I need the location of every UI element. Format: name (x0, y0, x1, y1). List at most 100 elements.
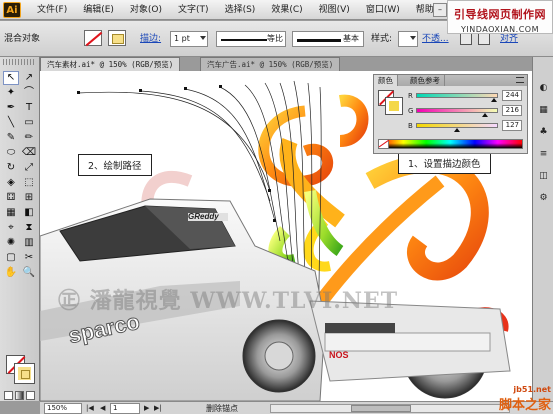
magic-wand-tool-icon[interactable]: ✦ (3, 86, 19, 100)
menu-item[interactable]: 文件(F) (29, 0, 75, 20)
layers-panel-icon[interactable]: ≡ (536, 147, 551, 162)
channel-value-field[interactable]: 127 (502, 120, 522, 131)
stroke-color-swatch[interactable] (14, 363, 35, 384)
chevron-down-icon (200, 36, 206, 40)
selection-tool-icon[interactable]: ↖ (3, 71, 19, 85)
status-bar: 150% |◀ ◀ 1 ▶ ▶| 删除锚点 (40, 401, 553, 414)
horizontal-scrollbar[interactable] (270, 404, 510, 413)
zoom-level-field[interactable]: 150% (44, 403, 82, 414)
site-badge-url: YINDAOXIAN.COM (461, 25, 539, 34)
current-tool-status: 删除锚点 (206, 404, 238, 413)
fill-stroke-indicator[interactable] (6, 355, 35, 384)
channel-value-field[interactable]: 244 (502, 90, 522, 101)
zoom-tool-icon[interactable]: 🔍 (21, 266, 37, 280)
eraser-tool-icon[interactable]: ⌫ (21, 146, 37, 160)
panel-menu-icon[interactable] (516, 77, 524, 83)
channel-slider-track[interactable] (416, 93, 498, 98)
line-tool-icon[interactable]: ╲ (3, 116, 19, 130)
menu-item[interactable]: 对象(O) (122, 0, 170, 20)
tab-car-material[interactable]: 汽车素材.ai* @ 150% (RGB/预览) (40, 57, 181, 71)
lasso-tool-icon[interactable]: ⌒ (21, 86, 37, 100)
swatches-panel-icon[interactable]: ▦ (536, 103, 551, 118)
color-spectrum-bar[interactable] (378, 139, 523, 149)
artboard-tool-icon[interactable]: ▢ (3, 251, 19, 265)
type-tool-icon[interactable]: T (21, 101, 37, 115)
blend-tool-icon[interactable]: ⧗ (21, 221, 37, 235)
menu-item[interactable]: 视图(V) (311, 0, 358, 20)
graphic-style-dropdown[interactable] (398, 31, 418, 47)
stroke-panel-link[interactable]: 描边: (140, 32, 161, 47)
document-tab-strip: 汽车素材.ai* @ 150% (RGB/预览) 汽车广告.ai* @ 150%… (40, 57, 372, 71)
color-panel-fill-stroke[interactable] (378, 90, 404, 116)
stroke-swatch[interactable] (108, 30, 126, 46)
paintbrush-tool-icon[interactable]: ✎ (3, 131, 19, 145)
eyedropper-tool-icon[interactable]: ⌖ (3, 221, 19, 235)
align-panel-link[interactable]: 对齐 (500, 32, 518, 47)
stroke-weight-dropdown[interactable]: 1 pt (170, 31, 208, 47)
next-artboard-button[interactable]: ▶ (144, 403, 149, 414)
direct-selection-tool-icon[interactable]: ↗ (21, 71, 37, 85)
channel-slider-thumb[interactable] (491, 98, 498, 102)
slice-tool-icon[interactable]: ✂ (21, 251, 37, 265)
orange-swirl-big (365, 154, 489, 281)
none-mode-button[interactable] (26, 391, 35, 400)
rectangle-tool-icon[interactable]: ▭ (21, 116, 37, 130)
isolate-group-icon[interactable] (478, 33, 490, 45)
mesh-tool-icon[interactable]: ▦ (3, 206, 19, 220)
column-graph-tool-icon[interactable]: ▥ (21, 236, 37, 250)
gradient-tool-icon[interactable]: ◧ (21, 206, 37, 220)
tools-panel: ↖ ↗ ✦ ⌒ ✒ T ╲ ▭ ✎ ✏ ⬭ ⌫ ↻ ⤢ ◈ ⬚ ⚃ ⊞ ▦ ◧ ⌖ ⧗ ✺ ▥ ▢ ✂ ✋ 🔍 (0, 57, 40, 401)
tab-car-advert[interactable]: 汽车广告.ai* @ 150% (RGB/预览) (200, 57, 341, 71)
orange-swirl-right (339, 94, 369, 147)
tab-color-guide[interactable]: 颜色参考 (406, 75, 445, 86)
pen-tool-icon[interactable]: ✒ (3, 101, 19, 115)
scrollbar-thumb[interactable] (351, 405, 411, 412)
channel-slider-thumb[interactable] (453, 128, 460, 132)
artboard-number-field[interactable]: 1 (110, 403, 140, 414)
rotate-tool-icon[interactable]: ↻ (3, 161, 19, 175)
tab-color[interactable]: 颜色 (374, 75, 398, 86)
shape-builder-tool-icon[interactable]: ⚃ (3, 191, 19, 205)
last-artboard-button[interactable]: ▶| (154, 403, 162, 414)
menu-item[interactable]: 选择(S) (217, 0, 264, 20)
panel-grip[interactable] (3, 59, 36, 65)
width-tool-icon[interactable]: ◈ (3, 176, 19, 190)
menu-bar: 文件(F) 编辑(E) 对象(O) 文字(T) 选择(S) 效果(C) 视图(V) 窗口(W)… (29, 0, 456, 20)
appearance-panel-icon[interactable]: ◫ (536, 169, 551, 184)
color-mode-button[interactable] (4, 391, 13, 400)
settings-panel-icon[interactable]: ⚙ (536, 191, 551, 206)
scale-tool-icon[interactable]: ⤢ (21, 161, 37, 175)
color-panel-icon[interactable]: ◐ (536, 81, 551, 96)
gradient-mode-button[interactable] (15, 391, 24, 400)
recolor-artwork-icon[interactable] (460, 33, 472, 45)
channel-label: B (408, 122, 413, 130)
menu-item[interactable]: 编辑(E) (75, 0, 122, 20)
stroke-color-swatch[interactable] (385, 97, 403, 115)
first-artboard-button[interactable]: |◀ (86, 403, 94, 414)
channel-slider-thumb[interactable] (482, 113, 489, 117)
blob-brush-tool-icon[interactable]: ⬭ (3, 146, 19, 160)
channel-value-field[interactable]: 216 (502, 105, 522, 116)
pencil-tool-icon[interactable]: ✏ (21, 131, 37, 145)
opacity-panel-link[interactable]: 不透... (422, 32, 449, 47)
previous-artboard-button[interactable]: ◀ (100, 403, 105, 414)
hand-tool-icon[interactable]: ✋ (3, 266, 19, 280)
minimize-button[interactable]: – (433, 3, 447, 17)
fill-swatch[interactable] (84, 30, 102, 46)
variable-width-profile-dropdown[interactable]: 等比 (216, 31, 286, 47)
illustrator-logo: Ai (3, 2, 21, 18)
menu-item[interactable]: 效果(C) (263, 0, 310, 20)
brush-definition-dropdown[interactable]: 基本 (292, 31, 364, 47)
color-slider-b: B 127 (408, 120, 523, 132)
tlvi-watermark: ㊣ 潘龍視覺 WWW.TLVI.NET (58, 288, 399, 314)
free-transform-tool-icon[interactable]: ⬚ (21, 176, 37, 190)
menu-item[interactable]: 文字(T) (170, 0, 217, 20)
selection-type-label: 混合对象 (4, 34, 41, 44)
symbol-sprayer-tool-icon[interactable]: ✺ (3, 236, 19, 250)
menu-item[interactable]: 窗口(W) (358, 0, 408, 20)
none-swatch[interactable] (379, 140, 389, 148)
profile-label: 等比 (267, 34, 283, 43)
symbols-panel-icon[interactable]: ♣ (536, 125, 551, 140)
perspective-grid-tool-icon[interactable]: ⊞ (21, 191, 37, 205)
car-plate-decal: NOS (329, 350, 349, 360)
